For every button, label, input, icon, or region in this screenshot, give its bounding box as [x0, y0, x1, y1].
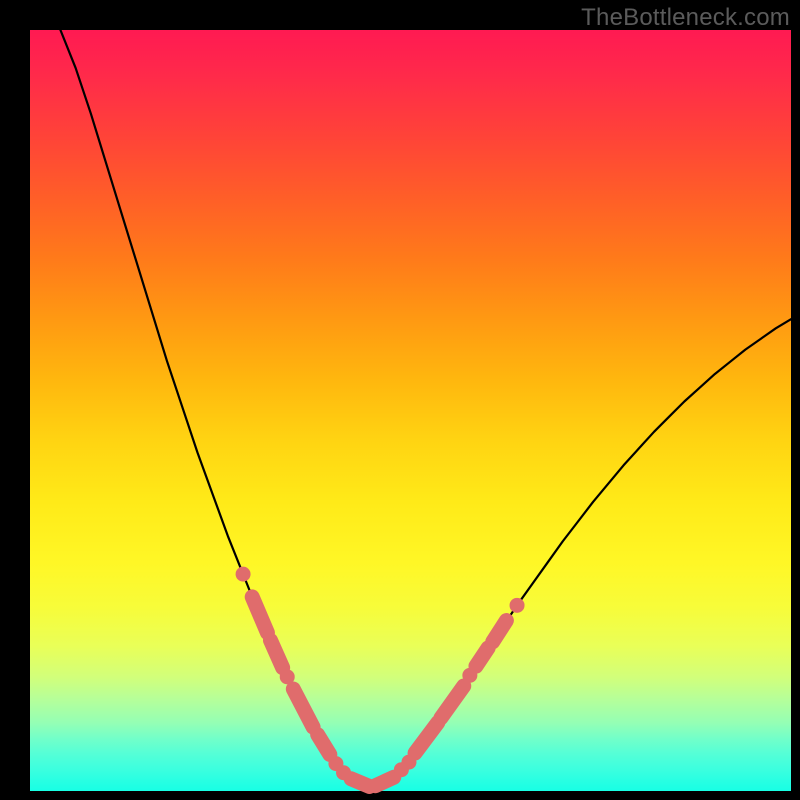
data-marker-segment	[375, 777, 393, 785]
marker-layer	[236, 567, 525, 787]
data-marker-dot	[236, 567, 251, 582]
data-marker-segment	[252, 597, 267, 633]
chart-svg	[30, 30, 791, 791]
data-marker-dot	[510, 598, 525, 613]
bottleneck-curve	[60, 30, 791, 786]
data-marker-segment	[415, 723, 438, 753]
data-marker-segment	[270, 640, 282, 667]
data-marker-segment	[351, 779, 369, 787]
chart-frame: TheBottleneck.com	[0, 0, 800, 800]
data-marker-segment	[441, 686, 464, 718]
watermark-text: TheBottleneck.com	[581, 4, 790, 32]
curve-layer	[60, 30, 791, 786]
data-marker-segment	[493, 621, 507, 642]
data-marker-segment	[318, 735, 330, 755]
plot-area	[30, 30, 791, 791]
data-marker-segment	[293, 689, 313, 727]
data-marker-segment	[476, 648, 488, 666]
